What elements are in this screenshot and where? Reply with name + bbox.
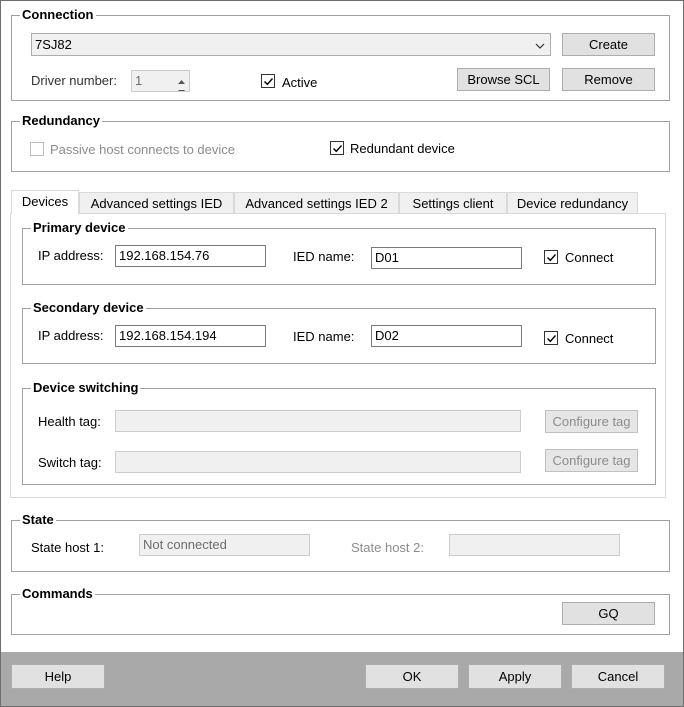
cancel-button[interactable]: Cancel (571, 664, 665, 689)
create-button[interactable]: Create (562, 33, 655, 56)
primary-connect-checkbox[interactable] (544, 250, 558, 264)
redundant-device-label: Redundant device (350, 141, 455, 156)
tab-advanced-settings-ied[interactable]: Advanced settings IED (79, 192, 234, 214)
device-type-select[interactable]: 7SJ82 (31, 33, 551, 56)
remove-button[interactable]: Remove (562, 68, 655, 91)
device-type-value: 7SJ82 (35, 37, 72, 52)
check-icon (263, 77, 273, 85)
chevron-down-icon (535, 39, 545, 49)
configure-health-tag-button: Configure tag (545, 410, 638, 433)
gq-button[interactable]: GQ (562, 602, 655, 625)
check-icon (546, 334, 556, 342)
tab-device-redundancy[interactable]: Device redundancy (507, 192, 638, 214)
driver-number-label: Driver number: (31, 73, 117, 88)
device-switching-title: Device switching (31, 380, 141, 396)
active-label: Active (282, 75, 318, 90)
connection-group-title: Connection (20, 7, 96, 23)
secondary-device-title: Secondary device (31, 300, 146, 316)
primary-connect-label: Connect (565, 250, 614, 265)
browse-scl-button[interactable]: Browse SCL (457, 68, 550, 91)
configure-switch-tag-button: Configure tag (545, 449, 638, 472)
active-checkbox[interactable] (261, 74, 275, 88)
state-host-2-label: State host 2: (351, 540, 424, 555)
secondary-connect-label: Connect (565, 331, 614, 346)
check-icon (546, 253, 556, 261)
secondary-ip-label: IP address: (38, 328, 104, 343)
primary-ip-label: IP address: (38, 248, 104, 263)
tab-settings-client[interactable]: Settings client (399, 192, 507, 214)
primary-ied-label: IED name: (293, 249, 355, 264)
primary-ied-input[interactable]: D01 (371, 247, 522, 269)
chevron-down-icon[interactable] (177, 82, 186, 91)
driver-number-spinner[interactable]: 1 (131, 70, 190, 92)
passive-host-label: Passive host connects to device (50, 142, 235, 157)
primary-ip-input[interactable]: 192.168.154.76 (115, 245, 266, 267)
state-host-1-label: State host 1: (31, 540, 104, 555)
driver-number-value: 1 (135, 73, 143, 88)
secondary-connect-checkbox[interactable] (544, 331, 558, 345)
health-tag-label: Health tag: (38, 414, 101, 429)
apply-button[interactable]: Apply (468, 664, 562, 689)
tab-devices[interactable]: Devices (11, 190, 79, 214)
redundancy-group-title: Redundancy (20, 113, 103, 129)
state-host-2-field (449, 534, 620, 556)
secondary-ied-label: IED name: (293, 329, 355, 344)
redundant-device-checkbox[interactable] (330, 141, 344, 155)
ok-button[interactable]: OK (365, 664, 459, 689)
tab-advanced-settings-ied-2[interactable]: Advanced settings IED 2 (234, 192, 399, 214)
state-group-title: State (20, 512, 56, 528)
help-button[interactable]: Help (11, 664, 105, 689)
primary-device-title: Primary device (31, 220, 128, 236)
commands-group-title: Commands (20, 586, 95, 602)
check-icon (332, 144, 342, 152)
state-host-1-field: Not connected (139, 534, 310, 556)
health-tag-input (115, 410, 521, 432)
switch-tag-label: Switch tag: (38, 455, 102, 470)
chevron-up-icon[interactable] (177, 72, 186, 84)
switch-tag-input (115, 451, 521, 473)
secondary-ied-input[interactable]: D02 (371, 325, 522, 347)
secondary-ip-input[interactable]: 192.168.154.194 (115, 325, 266, 347)
passive-host-checkbox (30, 142, 44, 156)
